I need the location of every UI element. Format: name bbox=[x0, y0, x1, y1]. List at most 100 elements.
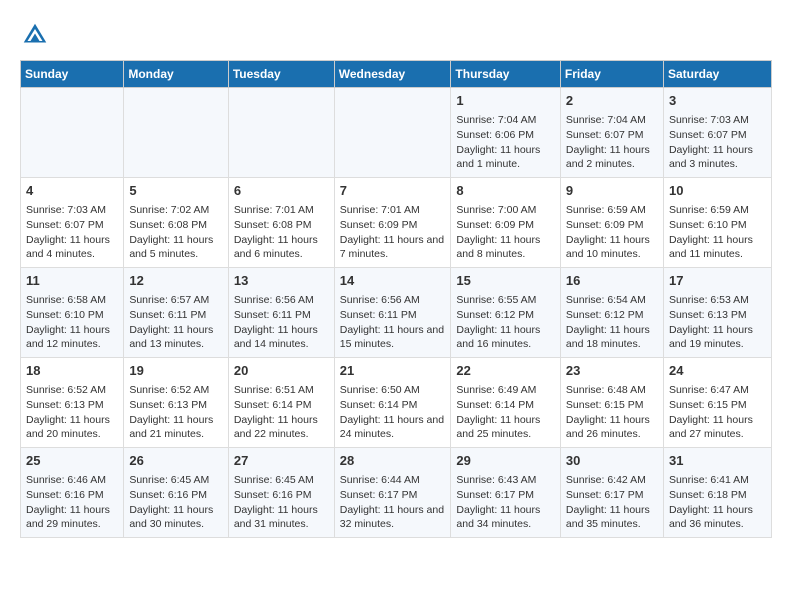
day-info: Sunrise: 6:54 AM Sunset: 6:12 PM Dayligh… bbox=[566, 293, 658, 352]
calendar-cell: 10Sunrise: 6:59 AM Sunset: 6:10 PM Dayli… bbox=[663, 178, 771, 268]
day-info: Sunrise: 7:04 AM Sunset: 6:07 PM Dayligh… bbox=[566, 113, 658, 172]
day-number: 27 bbox=[234, 452, 329, 470]
calendar-cell: 14Sunrise: 6:56 AM Sunset: 6:11 PM Dayli… bbox=[334, 268, 451, 358]
day-number: 2 bbox=[566, 92, 658, 110]
day-info: Sunrise: 6:48 AM Sunset: 6:15 PM Dayligh… bbox=[566, 383, 658, 442]
calendar-cell: 16 Sunrise: 6:54 AM Sunset: 6:12 PM Dayli… bbox=[560, 268, 663, 358]
calendar-cell bbox=[124, 88, 229, 178]
day-info: Sunrise: 6:56 AM Sunset: 6:11 PM Dayligh… bbox=[340, 293, 446, 352]
day-number: 6 bbox=[234, 182, 329, 200]
day-number: 15 bbox=[456, 272, 554, 290]
day-info: Sunrise: 6:52 AM Sunset: 6:13 PM Dayligh… bbox=[26, 383, 118, 442]
day-number: 5 bbox=[129, 182, 223, 200]
day-info: Sunrise: 7:02 AM Sunset: 6:08 PM Dayligh… bbox=[129, 203, 223, 262]
calendar-week-3: 18Sunrise: 6:52 AM Sunset: 6:13 PM Dayli… bbox=[21, 358, 772, 448]
day-info: Sunrise: 7:01 AM Sunset: 6:09 PM Dayligh… bbox=[340, 203, 446, 262]
header-cell-wednesday: Wednesday bbox=[334, 61, 451, 88]
day-number: 19 bbox=[129, 362, 223, 380]
header-cell-saturday: Saturday bbox=[663, 61, 771, 88]
day-info: Sunrise: 7:03 AM Sunset: 6:07 PM Dayligh… bbox=[669, 113, 766, 172]
calendar-cell: 30 Sunrise: 6:42 AM Sunset: 6:17 PM Dayli… bbox=[560, 448, 663, 538]
calendar-cell: 7 Sunrise: 7:01 AM Sunset: 6:09 PM Daylig… bbox=[334, 178, 451, 268]
calendar-cell: 18Sunrise: 6:52 AM Sunset: 6:13 PM Dayli… bbox=[21, 358, 124, 448]
day-info: Sunrise: 6:44 AM Sunset: 6:17 PM Dayligh… bbox=[340, 473, 446, 532]
calendar-cell: 1 Sunrise: 7:04 AM Sunset: 6:06 PM Daylig… bbox=[451, 88, 560, 178]
calendar-cell: 21Sunrise: 6:50 AM Sunset: 6:14 PM Dayli… bbox=[334, 358, 451, 448]
calendar-cell: 19 Sunrise: 6:52 AM Sunset: 6:13 PM Dayli… bbox=[124, 358, 229, 448]
logo-icon bbox=[20, 20, 50, 50]
calendar-cell: 5 Sunrise: 7:02 AM Sunset: 6:08 PM Daylig… bbox=[124, 178, 229, 268]
day-number: 17 bbox=[669, 272, 766, 290]
day-info: Sunrise: 6:42 AM Sunset: 6:17 PM Dayligh… bbox=[566, 473, 658, 532]
day-number: 4 bbox=[26, 182, 118, 200]
day-info: Sunrise: 6:45 AM Sunset: 6:16 PM Dayligh… bbox=[129, 473, 223, 532]
day-number: 30 bbox=[566, 452, 658, 470]
calendar-week-4: 25 Sunrise: 6:46 AM Sunset: 6:16 PM Dayli… bbox=[21, 448, 772, 538]
page-header bbox=[20, 20, 772, 50]
day-info: Sunrise: 6:53 AM Sunset: 6:13 PM Dayligh… bbox=[669, 293, 766, 352]
calendar-cell: 20 Sunrise: 6:51 AM Sunset: 6:14 PM Dayli… bbox=[228, 358, 334, 448]
day-info: Sunrise: 6:59 AM Sunset: 6:10 PM Dayligh… bbox=[669, 203, 766, 262]
day-info: Sunrise: 6:50 AM Sunset: 6:14 PM Dayligh… bbox=[340, 383, 446, 442]
day-number: 8 bbox=[456, 182, 554, 200]
calendar-header: SundayMondayTuesdayWednesdayThursdayFrid… bbox=[21, 61, 772, 88]
calendar-table: SundayMondayTuesdayWednesdayThursdayFrid… bbox=[20, 60, 772, 538]
calendar-cell bbox=[21, 88, 124, 178]
calendar-cell: 6 Sunrise: 7:01 AM Sunset: 6:08 PM Daylig… bbox=[228, 178, 334, 268]
calendar-cell: 12Sunrise: 6:57 AM Sunset: 6:11 PM Dayli… bbox=[124, 268, 229, 358]
calendar-cell: 25 Sunrise: 6:46 AM Sunset: 6:16 PM Dayli… bbox=[21, 448, 124, 538]
day-number: 25 bbox=[26, 452, 118, 470]
day-info: Sunrise: 6:56 AM Sunset: 6:11 PM Dayligh… bbox=[234, 293, 329, 352]
day-info: Sunrise: 7:01 AM Sunset: 6:08 PM Dayligh… bbox=[234, 203, 329, 262]
calendar-cell: 23 Sunrise: 6:48 AM Sunset: 6:15 PM Dayli… bbox=[560, 358, 663, 448]
header-row: SundayMondayTuesdayWednesdayThursdayFrid… bbox=[21, 61, 772, 88]
day-number: 28 bbox=[340, 452, 446, 470]
day-number: 23 bbox=[566, 362, 658, 380]
day-number: 9 bbox=[566, 182, 658, 200]
calendar-cell: 24Sunrise: 6:47 AM Sunset: 6:15 PM Dayli… bbox=[663, 358, 771, 448]
calendar-week-0: 1 Sunrise: 7:04 AM Sunset: 6:06 PM Daylig… bbox=[21, 88, 772, 178]
day-number: 3 bbox=[669, 92, 766, 110]
calendar-cell: 2 Sunrise: 7:04 AM Sunset: 6:07 PM Daylig… bbox=[560, 88, 663, 178]
calendar-cell: 13Sunrise: 6:56 AM Sunset: 6:11 PM Dayli… bbox=[228, 268, 334, 358]
day-info: Sunrise: 6:58 AM Sunset: 6:10 PM Dayligh… bbox=[26, 293, 118, 352]
header-cell-sunday: Sunday bbox=[21, 61, 124, 88]
day-info: Sunrise: 7:03 AM Sunset: 6:07 PM Dayligh… bbox=[26, 203, 118, 262]
day-info: Sunrise: 6:43 AM Sunset: 6:17 PM Dayligh… bbox=[456, 473, 554, 532]
day-info: Sunrise: 6:51 AM Sunset: 6:14 PM Dayligh… bbox=[234, 383, 329, 442]
day-number: 20 bbox=[234, 362, 329, 380]
calendar-cell: 29 Sunrise: 6:43 AM Sunset: 6:17 PM Dayli… bbox=[451, 448, 560, 538]
day-info: Sunrise: 6:49 AM Sunset: 6:14 PM Dayligh… bbox=[456, 383, 554, 442]
calendar-week-1: 4 Sunrise: 7:03 AM Sunset: 6:07 PM Daylig… bbox=[21, 178, 772, 268]
logo bbox=[20, 20, 52, 50]
day-info: Sunrise: 6:41 AM Sunset: 6:18 PM Dayligh… bbox=[669, 473, 766, 532]
day-info: Sunrise: 6:46 AM Sunset: 6:16 PM Dayligh… bbox=[26, 473, 118, 532]
calendar-cell: 8 Sunrise: 7:00 AM Sunset: 6:09 PM Daylig… bbox=[451, 178, 560, 268]
calendar-cell: 15 Sunrise: 6:55 AM Sunset: 6:12 PM Dayli… bbox=[451, 268, 560, 358]
calendar-cell: 4 Sunrise: 7:03 AM Sunset: 6:07 PM Daylig… bbox=[21, 178, 124, 268]
day-info: Sunrise: 6:55 AM Sunset: 6:12 PM Dayligh… bbox=[456, 293, 554, 352]
calendar-cell bbox=[334, 88, 451, 178]
day-number: 24 bbox=[669, 362, 766, 380]
day-number: 7 bbox=[340, 182, 446, 200]
day-number: 11 bbox=[26, 272, 118, 290]
calendar-cell: 3 Sunrise: 7:03 AM Sunset: 6:07 PM Daylig… bbox=[663, 88, 771, 178]
day-info: Sunrise: 6:57 AM Sunset: 6:11 PM Dayligh… bbox=[129, 293, 223, 352]
calendar-cell bbox=[228, 88, 334, 178]
header-cell-friday: Friday bbox=[560, 61, 663, 88]
calendar-week-2: 11 Sunrise: 6:58 AM Sunset: 6:10 PM Dayli… bbox=[21, 268, 772, 358]
calendar-cell: 17 Sunrise: 6:53 AM Sunset: 6:13 PM Dayli… bbox=[663, 268, 771, 358]
day-number: 16 bbox=[566, 272, 658, 290]
day-number: 29 bbox=[456, 452, 554, 470]
header-cell-tuesday: Tuesday bbox=[228, 61, 334, 88]
header-cell-thursday: Thursday bbox=[451, 61, 560, 88]
day-number: 22 bbox=[456, 362, 554, 380]
day-info: Sunrise: 6:52 AM Sunset: 6:13 PM Dayligh… bbox=[129, 383, 223, 442]
calendar-cell: 26 Sunrise: 6:45 AM Sunset: 6:16 PM Dayli… bbox=[124, 448, 229, 538]
day-info: Sunrise: 7:00 AM Sunset: 6:09 PM Dayligh… bbox=[456, 203, 554, 262]
day-info: Sunrise: 7:04 AM Sunset: 6:06 PM Dayligh… bbox=[456, 113, 554, 172]
day-number: 26 bbox=[129, 452, 223, 470]
calendar-cell: 28 Sunrise: 6:44 AM Sunset: 6:17 PM Dayli… bbox=[334, 448, 451, 538]
day-number: 1 bbox=[456, 92, 554, 110]
header-cell-monday: Monday bbox=[124, 61, 229, 88]
